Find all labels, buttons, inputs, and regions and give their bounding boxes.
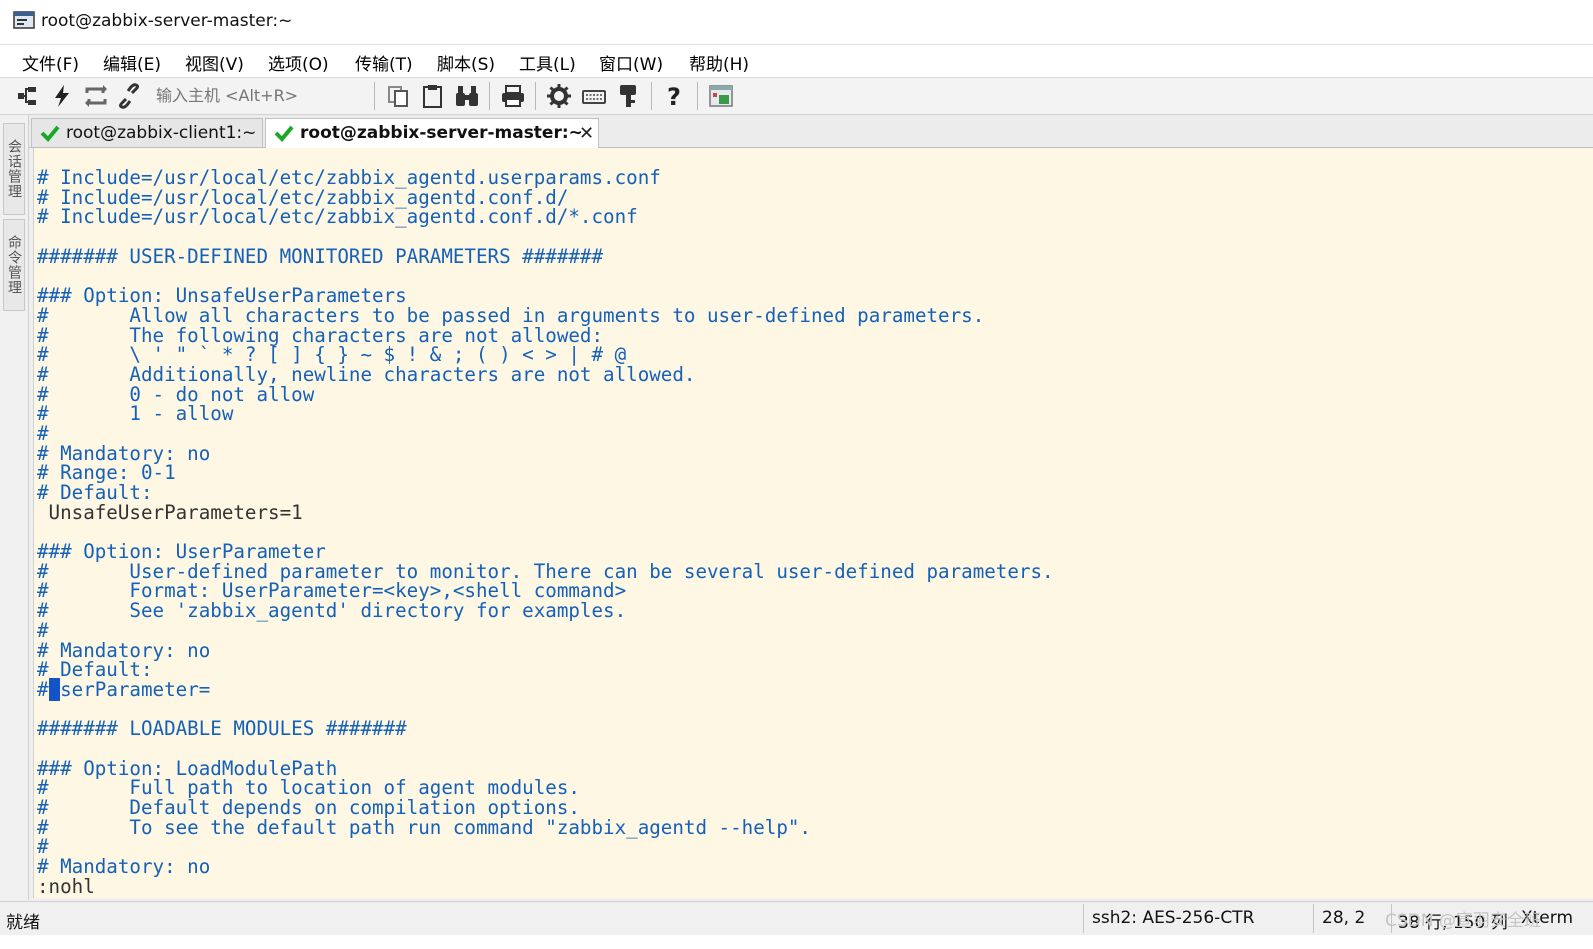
status-divider: [1083, 904, 1084, 933]
terminal-line: # Default:: [37, 481, 153, 504]
tab-zabbix-server-master[interactable]: root@zabbix-server-master:~ ✕: [265, 118, 599, 148]
terminal-line: # Additionally, newline characters are n…: [37, 362, 696, 386]
menu-options[interactable]: 选项(O): [266, 50, 331, 75]
toolbar: ?: [0, 78, 1593, 115]
quick-connect-icon[interactable]: [49, 83, 75, 109]
text-cursor: U: [48, 677, 61, 701]
toolbar-separator: [651, 82, 652, 110]
menu-script[interactable]: 脚本(S): [435, 50, 497, 75]
terminal-line: # See 'zabbix_agentd' directory for exam…: [37, 599, 627, 623]
cursor-line-rest: serParameter=: [60, 677, 211, 701]
terminal-line: ####### USER-DEFINED MONITORED PARAMETER…: [37, 244, 604, 268]
terminal-line: # Range: 0-1: [37, 461, 176, 485]
menu-help[interactable]: 帮助(H): [687, 50, 751, 75]
terminal-line: #: [37, 421, 49, 445]
side-panel: 会话管理 命令管理: [0, 115, 29, 900]
cursor-line-prefix: #: [37, 677, 49, 701]
toolbar-separator: [374, 82, 375, 110]
paste-icon[interactable]: [420, 83, 446, 109]
menu-bar: 文件(F) 编辑(E) 视图(V) 选项(O) 传输(T) 脚本(S) 工具(L…: [0, 45, 1593, 78]
terminal-cursor-line: #UserParameter=: [37, 677, 1054, 701]
terminal-line: ### Option: UserParameter: [37, 540, 326, 564]
terminal-output: # Include=/usr/local/etc/zabbix_agentd.u…: [37, 168, 1054, 896]
terminal-view[interactable]: # Include=/usr/local/etc/zabbix_agentd.u…: [33, 148, 1593, 898]
terminal-line: # Mandatory: no: [37, 855, 211, 879]
terminal-line: # Allow all characters to be passed in a…: [37, 303, 985, 327]
status-cursor-position: 28, 2: [1322, 908, 1366, 928]
securecrt-app-icon: [13, 11, 35, 29]
close-tab-icon[interactable]: ✕: [579, 123, 594, 144]
menu-file[interactable]: 文件(F): [20, 50, 81, 75]
menu-edit[interactable]: 编辑(E): [101, 50, 163, 75]
sftp-icon[interactable]: [708, 83, 734, 109]
status-ready: 就绪: [6, 913, 40, 933]
print-icon[interactable]: [500, 83, 526, 109]
window-title: root@zabbix-server-master:~: [41, 11, 293, 31]
tab-label: root@zabbix-server-master:~: [300, 123, 583, 143]
terminal-line: # Mandatory: no: [37, 441, 211, 465]
terminal-line: ####### LOADABLE MODULES #######: [37, 717, 407, 741]
connect-icon[interactable]: [15, 83, 41, 109]
terminal-line: # \ ' " ` * ? [ ] { } ~ $ ! & ; ( ) < > …: [37, 343, 627, 367]
side-tab-session-manager[interactable]: 会话管理: [3, 123, 25, 215]
menu-window[interactable]: 窗口(W): [597, 50, 665, 75]
toolbar-separator: [697, 82, 698, 110]
terminal-line: ### Option: UnsafeUserParameters: [37, 284, 407, 308]
terminal-line: # Include=/usr/local/etc/zabbix_agentd.c…: [37, 205, 638, 229]
tab-label: root@zabbix-client1:~: [66, 123, 257, 143]
copy-icon[interactable]: [385, 83, 411, 109]
help-icon[interactable]: ?: [661, 83, 687, 109]
menu-transfer[interactable]: 传输(T): [353, 50, 415, 75]
tab-zabbix-client1[interactable]: root@zabbix-client1:~: [31, 118, 263, 147]
toolbar-separator: [489, 82, 490, 110]
status-bar: 就绪 ssh2: AES-256-CTR 28, 2 38 行, 150 列 X…: [0, 901, 1593, 935]
quick-host-input[interactable]: [150, 82, 380, 108]
terminal-line: # Default depends on compilation options…: [37, 796, 580, 819]
disconnect-icon[interactable]: [116, 83, 142, 109]
terminal-line: # Include=/usr/local/etc/zabbix_agentd.u…: [37, 166, 661, 189]
session-tabstrip: root@zabbix-client1:~ root@zabbix-server…: [29, 115, 1593, 148]
keymap-icon[interactable]: [581, 83, 607, 109]
menu-tools[interactable]: 工具(L): [517, 50, 578, 75]
terminal-line: # To see the default path run command "z…: [37, 815, 811, 839]
terminal-line: # 1 - allow: [37, 402, 234, 426]
menu-view[interactable]: 视图(V): [183, 50, 246, 75]
vim-command-line: :nohl: [37, 874, 95, 898]
csdn-watermark: CSDN @宣羽安全班: [1385, 911, 1541, 931]
key-icon[interactable]: [615, 83, 641, 109]
toolbar-separator: [535, 82, 536, 110]
status-cipher: ssh2: AES-256-CTR: [1092, 908, 1255, 928]
connected-check-icon: [274, 125, 294, 142]
title-bar: root@zabbix-server-master:~: [0, 0, 1593, 45]
find-icon[interactable]: [454, 83, 480, 109]
side-tab-command-manager[interactable]: 命令管理: [3, 219, 25, 311]
terminal-line-active-setting: UnsafeUserParameters=1: [37, 500, 303, 524]
window-bottom-edge: [0, 935, 1593, 949]
terminal-line: #: [37, 618, 49, 642]
connected-check-icon: [40, 125, 60, 142]
svg-text:?: ?: [667, 83, 681, 109]
status-divider: [1313, 904, 1314, 933]
reconnect-icon[interactable]: [83, 83, 109, 109]
settings-icon[interactable]: [546, 83, 572, 109]
terminal-line: # Mandatory: no: [37, 638, 211, 662]
